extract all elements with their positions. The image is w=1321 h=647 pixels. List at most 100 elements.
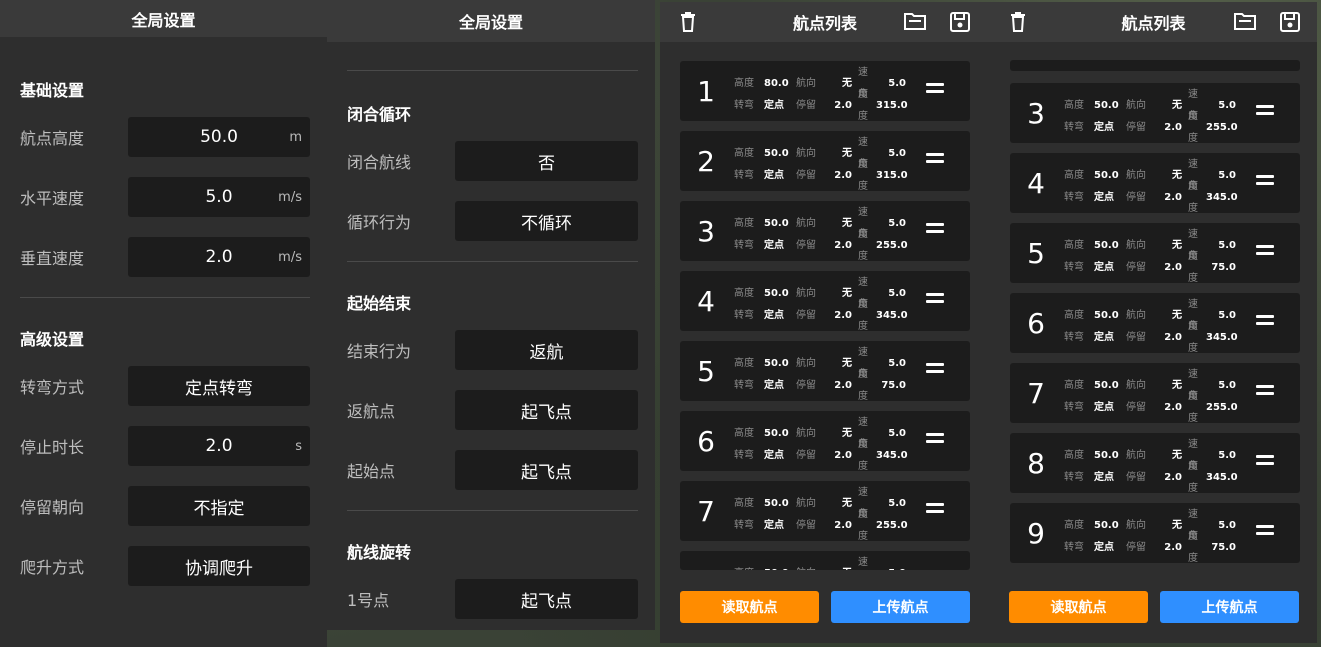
height-value: 50.0 xyxy=(1094,450,1119,461)
turn-label: 转弯 xyxy=(1064,542,1084,553)
save-icon[interactable] xyxy=(950,12,970,36)
waypoint-item[interactable]: 4 高度 50.0 航向 无 速度 5.0 转弯 定点 停留 2.0 角度 34… xyxy=(1010,153,1300,214)
waypoint-number: 7 xyxy=(1027,376,1045,410)
panel-header: 航点列表 xyxy=(990,2,1317,42)
closed-route-select[interactable]: 否 xyxy=(455,141,638,181)
horizontal-speed-input[interactable]: 5.0 m/s xyxy=(128,177,310,217)
setting-row-point-one: 1号点 起飞点 xyxy=(347,579,638,619)
waypoint-details: 高度 50.0 航向 无 速度 5.0 转弯 定点 停留 2.0 角度 315.… xyxy=(734,137,908,192)
turn-value: 定点 xyxy=(1094,262,1114,273)
drag-handle-icon[interactable] xyxy=(926,83,944,97)
waypoint-details: 高度 50.0 航向 无 速度 5.0 转弯 定点 停留 2.0 角度 345.… xyxy=(734,417,908,472)
setting-value: 起飞点 xyxy=(521,462,572,483)
drag-handle-icon[interactable] xyxy=(1256,525,1274,539)
waypoint-item[interactable]: 3 高度 50.0 航向 无 速度 5.0 转弯 定点 停留 2.0 角度 25… xyxy=(680,201,970,262)
waypoint-details: 高度 50.0 航向 无 速度 5.0 转弯 定点 停留 2.0 角度 255.… xyxy=(1064,89,1238,144)
setting-row-climb-mode: 爬升方式 协调爬升 xyxy=(20,546,310,586)
speed-value: 5.0 xyxy=(1218,520,1236,531)
drag-handle-icon[interactable] xyxy=(1256,245,1274,259)
waypoint-item[interactable]: 8 高度 50.0 航向 无 速度 5.0 转弯 定点 停留 2.0 角度 34… xyxy=(680,551,970,570)
angle-label: 角度 xyxy=(1188,461,1198,494)
vertical-speed-input[interactable]: 2.0 m/s xyxy=(128,237,310,277)
height-value: 50.0 xyxy=(764,358,789,369)
end-behavior-select[interactable]: 返航 xyxy=(455,330,638,370)
drag-handle-icon[interactable] xyxy=(1256,315,1274,329)
angle-value: 345.0 xyxy=(1206,332,1238,343)
waypoint-item[interactable]: 7 高度 50.0 航向 无 速度 5.0 转弯 定点 停留 2.0 角度 25… xyxy=(680,481,970,542)
heading-label: 航向 xyxy=(796,148,816,159)
stay-heading-select[interactable]: 不指定 xyxy=(128,486,310,526)
speed-value: 5.0 xyxy=(888,288,906,299)
drag-handle-icon[interactable] xyxy=(926,153,944,167)
waypoint-details: 高度 50.0 航向 无 速度 5.0 转弯 定点 停留 2.0 角度 75.0 xyxy=(1064,509,1236,564)
speed-value: 5.0 xyxy=(1218,240,1236,251)
waypoint-item[interactable]: 6 高度 50.0 航向 无 速度 5.0 转弯 定点 停留 2.0 角度 34… xyxy=(1010,293,1300,354)
start-point-select[interactable]: 起飞点 xyxy=(455,450,638,490)
drag-handle-icon[interactable] xyxy=(926,293,944,307)
section-title-basic: 基础设置 xyxy=(20,81,85,100)
drag-handle-icon[interactable] xyxy=(1256,385,1274,399)
setting-row-closed-route: 闭合航线 否 xyxy=(347,141,638,181)
return-point-select[interactable]: 起飞点 xyxy=(455,390,638,430)
drag-handle-icon[interactable] xyxy=(1256,105,1274,119)
height-label: 高度 xyxy=(1064,310,1084,321)
drag-handle-icon[interactable] xyxy=(926,223,944,237)
setting-label: 循环行为 xyxy=(347,213,412,232)
folder-icon[interactable] xyxy=(904,12,926,34)
stop-duration-input[interactable]: 2.0 s xyxy=(128,426,310,466)
trash-icon[interactable] xyxy=(680,12,696,36)
waypoint-item[interactable]: 3 高度 50.0 航向 无 速度 5.0 转弯 定点 停留 2.0 角度 25… xyxy=(1010,83,1300,144)
trash-icon[interactable] xyxy=(1010,12,1026,36)
folder-icon[interactable] xyxy=(1234,12,1256,34)
loop-behavior-select[interactable]: 不循环 xyxy=(455,201,638,241)
waypoint-details: 高度 50.0 航向 无 速度 5.0 转弯 定点 停留 2.0 角度 75.0 xyxy=(734,347,906,402)
save-icon[interactable] xyxy=(1280,12,1300,36)
waypoint-number: 5 xyxy=(697,354,715,388)
section-title-rotate: 航线旋转 xyxy=(347,543,412,562)
read-waypoints-button[interactable]: 读取航点 xyxy=(1009,591,1148,623)
waypoint-item[interactable]: 9 高度 50.0 航向 无 速度 5.0 转弯 定点 停留 2.0 角度 75… xyxy=(1010,503,1300,564)
heading-value: 无 xyxy=(1172,310,1182,321)
upload-waypoints-button[interactable]: 上传航点 xyxy=(1160,591,1299,623)
stay-value: 2.0 xyxy=(1164,542,1182,553)
waypoint-item[interactable]: 1 高度 80.0 航向 无 速度 5.0 转弯 定点 停留 2.0 角度 31… xyxy=(680,61,970,122)
waypoint-item[interactable]: 8 高度 50.0 航向 无 速度 5.0 转弯 定点 停留 2.0 角度 34… xyxy=(1010,433,1300,494)
waypoint-item[interactable]: 4 高度 50.0 航向 无 速度 5.0 转弯 定点 停留 2.0 角度 34… xyxy=(680,271,970,332)
setting-row-vertical-speed: 垂直速度 2.0 m/s xyxy=(20,237,310,277)
turn-mode-select[interactable]: 定点转弯 xyxy=(128,366,310,406)
drag-handle-icon[interactable] xyxy=(1256,455,1274,469)
drag-handle-icon[interactable] xyxy=(926,363,944,377)
waypoint-item[interactable]: 5 高度 50.0 航向 无 速度 5.0 转弯 定点 停留 2.0 角度 75… xyxy=(680,341,970,402)
stay-value: 2.0 xyxy=(1164,402,1182,413)
turn-label: 转弯 xyxy=(1064,262,1084,273)
height-label: 高度 xyxy=(734,428,754,439)
turn-value: 定点 xyxy=(1094,122,1114,133)
waypoint-number: 8 xyxy=(680,551,732,571)
stay-value: 2.0 xyxy=(834,520,852,531)
speed-value: 5.0 xyxy=(888,428,906,439)
waypoint-item[interactable]: 5 高度 50.0 航向 无 速度 5.0 转弯 定点 停留 2.0 角度 75… xyxy=(1010,223,1300,284)
drag-handle-icon[interactable] xyxy=(926,503,944,517)
height-value: 50.0 xyxy=(764,428,789,439)
setting-value: 不指定 xyxy=(193,498,245,519)
heading-label: 航向 xyxy=(1126,170,1146,181)
waypoint-height-input[interactable]: 50.0 m xyxy=(128,117,310,157)
drag-handle-icon[interactable] xyxy=(1256,175,1274,189)
setting-value: 不循环 xyxy=(521,213,572,234)
waypoint-item[interactable]: 7 高度 50.0 航向 无 速度 5.0 转弯 定点 停留 2.0 角度 25… xyxy=(1010,363,1300,424)
panel-title: 航点列表 xyxy=(792,14,857,33)
angle-value: 345.0 xyxy=(876,310,908,321)
drag-handle-icon[interactable] xyxy=(926,433,944,447)
section-title-loop: 闭合循环 xyxy=(347,105,412,124)
heading-value: 无 xyxy=(842,78,852,89)
climb-mode-select[interactable]: 协调爬升 xyxy=(128,546,310,586)
read-waypoints-button[interactable]: 读取航点 xyxy=(680,591,819,623)
setting-label: 起始点 xyxy=(347,462,396,481)
upload-waypoints-button[interactable]: 上传航点 xyxy=(831,591,970,623)
waypoint-item[interactable]: 2 高度 50.0 航向 无 速度 5.0 转弯 定点 停留 2.0 角度 31… xyxy=(680,131,970,192)
waypoint-item-scrolled[interactable] xyxy=(1010,60,1300,71)
point-one-select[interactable]: 起飞点 xyxy=(455,579,638,619)
height-label: 高度 xyxy=(734,358,754,369)
stay-label: 停留 xyxy=(796,380,816,391)
waypoint-item[interactable]: 6 高度 50.0 航向 无 速度 5.0 转弯 定点 停留 2.0 角度 34… xyxy=(680,411,970,472)
